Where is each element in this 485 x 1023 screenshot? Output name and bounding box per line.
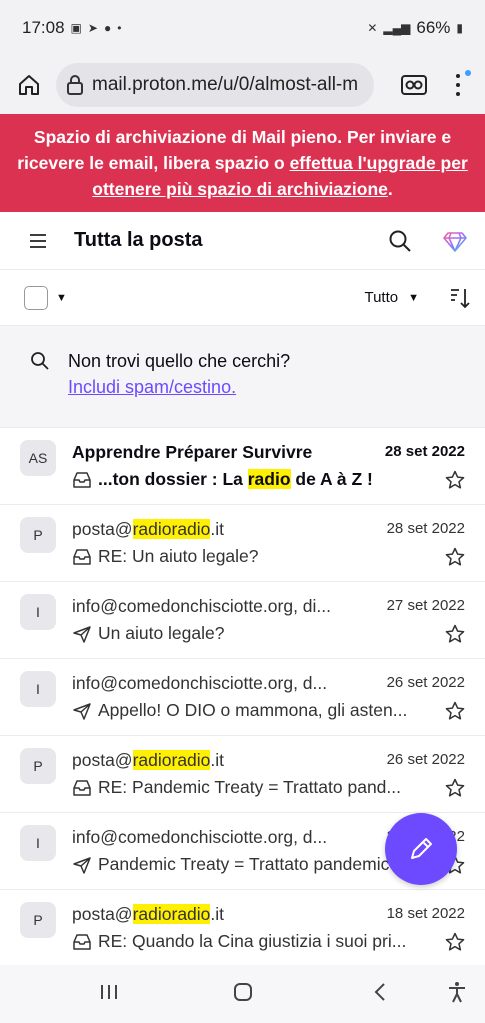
email-sender: info@comedonchisciotte.org, d... [72, 827, 328, 847]
star-icon[interactable] [445, 547, 465, 567]
star-icon[interactable] [445, 701, 465, 721]
inbox-icon [72, 548, 92, 566]
sender-avatar: P [20, 902, 56, 938]
search-hint-icon [31, 352, 49, 370]
star-icon[interactable] [445, 624, 465, 644]
inbox-icon [72, 471, 92, 489]
email-subject: Un aiuto legale? [72, 623, 432, 644]
email-row[interactable]: Pposta@radioradio.it 18 set 2022 RE: Quand… [0, 890, 485, 967]
lock-icon [67, 75, 83, 95]
email-row[interactable]: Pposta@radioradio.it 26 set 2022 RE: Pande… [0, 736, 485, 813]
email-date: 28 set 2022 [384, 443, 465, 460]
email-subject: RE: Pandemic Treaty = Trattato pand... [72, 777, 432, 798]
mute-icon: ✕ [367, 21, 378, 35]
sent-icon [72, 625, 92, 643]
email-row[interactable]: Pposta@radioradio.it 28 set 2022 RE: Un ai… [0, 505, 485, 582]
search-highlight: radioradio [132, 519, 211, 539]
back-icon[interactable] [370, 981, 392, 1003]
page-title: Tutta la posta [74, 229, 203, 251]
status-time: 17:08 [22, 18, 65, 37]
inbox-icon [72, 933, 92, 951]
email-subject: RE: Un aiuto legale? [72, 546, 432, 567]
system-navigation-bar [0, 965, 485, 1023]
chevron-down-icon: ▼ [408, 291, 419, 304]
address-bar[interactable]: mail.proton.me/u/0/almost-all-m [56, 63, 374, 107]
email-date: 18 set 2022 [386, 905, 465, 922]
battery-icon: ▮ [456, 21, 463, 35]
inbox-icon [72, 779, 92, 797]
email-date: 26 set 2022 [386, 674, 465, 691]
email-sender: posta@radioradio.it [72, 519, 225, 539]
search-highlight: radioradio [132, 750, 211, 770]
accessibility-icon[interactable] [446, 981, 468, 1003]
filter-label: Tutto [364, 289, 399, 306]
tabs-icon[interactable] [396, 67, 432, 103]
home-button-icon[interactable] [232, 981, 254, 1003]
star-icon[interactable] [445, 470, 465, 490]
search-hint: Non trovi quello che cerchi? Includi spa… [0, 326, 485, 428]
home-icon[interactable] [10, 66, 48, 104]
signal-icon: ▂▄▆ [383, 21, 411, 35]
email-sender: info@comedonchisciotte.org, di... [72, 596, 332, 616]
email-date: 27 set 2022 [386, 597, 465, 614]
hamburger-menu-icon[interactable] [28, 233, 48, 249]
sent-icon [72, 856, 92, 874]
sender-avatar: I [20, 594, 56, 630]
email-row[interactable]: Iinfo@comedonchisciotte.org, d... 26 set … [0, 659, 485, 736]
sender-avatar: P [20, 517, 56, 553]
select-dropdown-icon[interactable]: ▼ [56, 292, 67, 304]
email-row[interactable]: AS Apprendre Préparer Survivre 28 set 2022… [0, 428, 485, 505]
browser-toolbar: mail.proton.me/u/0/almost-all-m [0, 56, 485, 114]
select-all-checkbox[interactable] [24, 285, 48, 310]
facebook-icon: ● [103, 21, 112, 35]
list-toolbar: ▼ Tutto ▼ [0, 270, 485, 326]
app-header: Tutta la posta [0, 212, 485, 270]
search-icon[interactable] [387, 228, 413, 254]
email-list: AS Apprendre Préparer Survivre 28 set 2022… [0, 428, 485, 967]
email-sender: posta@radioradio.it [72, 750, 225, 770]
search-highlight: radioradio [132, 904, 211, 924]
search-highlight: radio [247, 469, 291, 489]
email-sender: posta@radioradio.it [72, 904, 225, 924]
sender-avatar: P [20, 748, 56, 784]
compose-button[interactable] [385, 813, 457, 885]
email-subject: ...ton dossier : La radio de A à Z ! [72, 469, 432, 490]
email-subject: Pandemic Treaty = Trattato pandemico [72, 854, 432, 875]
email-date: 26 set 2022 [386, 751, 465, 768]
email-subject: RE: Quando la Cina giustizia i suoi pri.… [72, 931, 432, 952]
email-sender: info@comedonchisciotte.org, d... [72, 673, 328, 693]
email-sender: Apprendre Préparer Survivre [72, 442, 313, 462]
sender-avatar: I [20, 671, 56, 707]
star-icon[interactable] [445, 778, 465, 798]
sort-icon[interactable] [449, 287, 471, 309]
include-spam-trash-link[interactable]: Includi spam/cestino. [68, 374, 290, 400]
search-hint-text: Non trovi quello che cerchi? [68, 351, 291, 371]
recent-apps-icon[interactable] [98, 981, 120, 1003]
battery-level: 66% [416, 18, 451, 37]
status-bar: 17:08 ▣ ➤ ● • ✕ ▂▄▆ 66% ▮ [0, 0, 485, 56]
pencil-icon [411, 838, 432, 859]
more-notifications-icon: • [117, 21, 122, 35]
email-subject: Appello! O DIO o mammona, gli asten... [72, 700, 432, 721]
upgrade-diamond-icon[interactable] [441, 227, 469, 255]
banner-text-end: . [387, 179, 393, 199]
storage-full-banner: Spazio di archiviazione di Mail pieno. P… [0, 114, 485, 212]
star-icon[interactable] [445, 932, 465, 952]
filter-dropdown[interactable]: Tutto ▼ [364, 289, 419, 306]
sent-icon [72, 702, 92, 720]
sender-avatar: AS [20, 440, 56, 476]
gallery-icon: ▣ [70, 21, 82, 35]
browser-menu-icon[interactable] [448, 67, 471, 103]
sender-avatar: I [20, 825, 56, 861]
email-row[interactable]: Iinfo@comedonchisciotte.org, di... 27 set… [0, 582, 485, 659]
email-date: 28 set 2022 [386, 520, 465, 537]
telegram-icon: ➤ [87, 21, 98, 35]
url-text: mail.proton.me/u/0/almost-all-m [92, 74, 359, 95]
